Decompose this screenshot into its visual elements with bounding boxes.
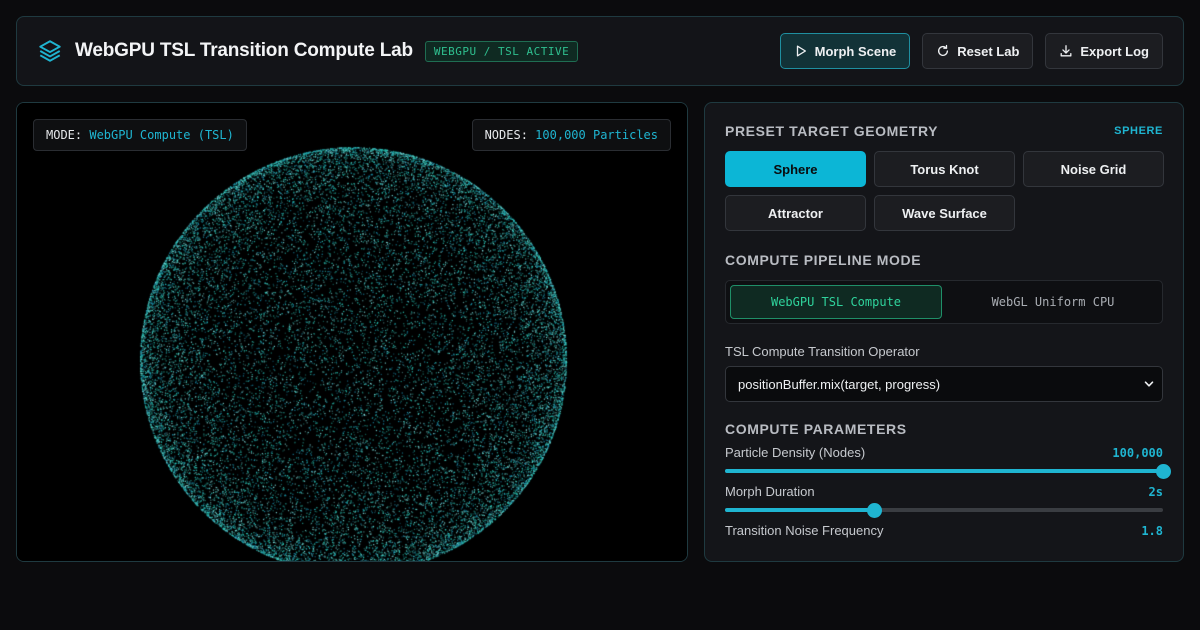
operator-selected-value: positionBuffer.mix(target, progress) bbox=[738, 376, 941, 392]
duration-slider[interactable] bbox=[725, 501, 1163, 519]
control-panel: PRESET TARGET GEOMETRY SPHERE Sphere Tor… bbox=[704, 102, 1184, 562]
nodes-overlay: NODES: 100,000 Particles bbox=[471, 119, 671, 151]
geometry-attractor-button[interactable]: Attractor bbox=[725, 195, 866, 231]
mode-value: WebGPU Compute (TSL) bbox=[89, 128, 234, 142]
operator-label: TSL Compute Transition Operator bbox=[725, 344, 920, 359]
density-value: 100,000 bbox=[1112, 445, 1163, 460]
density-slider-thumb[interactable] bbox=[1156, 464, 1171, 479]
pipeline-webgpu-option[interactable]: WebGPU TSL Compute bbox=[730, 285, 942, 319]
export-log-label: Export Log bbox=[1080, 43, 1149, 59]
render-viewport[interactable]: MODE: WebGPU Compute (TSL) NODES: 100,00… bbox=[16, 102, 688, 562]
duration-value: 2s bbox=[1148, 484, 1163, 499]
operator-select[interactable]: positionBuffer.mix(target, progress) bbox=[725, 366, 1163, 402]
pipeline-section-header: COMPUTE PIPELINE MODE bbox=[725, 252, 1163, 268]
geometry-section-title: PRESET TARGET GEOMETRY bbox=[725, 123, 939, 139]
operator-field: TSL Compute Transition Operator position… bbox=[725, 344, 1163, 402]
header-actions: Morph Scene Reset Lab Export Log bbox=[779, 33, 1163, 69]
geometry-options: Sphere Torus Knot Noise Grid Attractor W… bbox=[725, 151, 1164, 231]
pipeline-section-title: COMPUTE PIPELINE MODE bbox=[725, 252, 922, 268]
mode-overlay: MODE: WebGPU Compute (TSL) bbox=[33, 119, 247, 151]
geometry-sphere-button[interactable]: Sphere bbox=[725, 151, 866, 187]
noise-label: Transition Noise Frequency bbox=[725, 523, 884, 538]
density-slider-fill bbox=[725, 469, 1163, 473]
params-section-title: COMPUTE PARAMETERS bbox=[725, 421, 907, 437]
refresh-icon bbox=[938, 44, 949, 56]
duration-slider-fill bbox=[725, 508, 874, 512]
morph-scene-button[interactable]: Morph Scene bbox=[779, 33, 911, 69]
density-slider[interactable] bbox=[725, 462, 1171, 480]
duration-label: Morph Duration bbox=[725, 484, 815, 499]
noise-value: 1.8 bbox=[1141, 523, 1163, 538]
density-label: Particle Density (Nodes) bbox=[725, 445, 866, 460]
mode-key: MODE: bbox=[46, 128, 83, 142]
geometry-section-header: PRESET TARGET GEOMETRY SPHERE bbox=[725, 123, 1163, 139]
pipeline-mode-toggle: WebGPU TSL Compute WebGL Uniform CPU bbox=[725, 280, 1163, 324]
nodes-key: NODES: bbox=[484, 128, 528, 142]
current-geometry-tag: SPHERE bbox=[1114, 125, 1163, 137]
play-icon bbox=[796, 45, 806, 57]
duration-param: Morph Duration 2s bbox=[725, 484, 1163, 519]
duration-slider-thumb[interactable] bbox=[866, 503, 882, 518]
geometry-noise-grid-button[interactable]: Noise Grid bbox=[1023, 151, 1164, 187]
particle-canvas[interactable] bbox=[17, 103, 687, 561]
status-badge: WEBGPU / TSL ACTIVE bbox=[424, 40, 579, 62]
pipeline-webgl-option[interactable]: WebGL Uniform CPU bbox=[948, 285, 1158, 319]
reset-lab-label: Reset Lab bbox=[957, 43, 1020, 59]
layers-icon bbox=[39, 40, 61, 62]
params-section-header: COMPUTE PARAMETERS bbox=[725, 421, 1163, 437]
reset-lab-button[interactable]: Reset Lab bbox=[922, 33, 1034, 69]
geometry-wave-surface-button[interactable]: Wave Surface bbox=[874, 195, 1015, 231]
app-header: WebGPU TSL Transition Compute Lab WEBGPU… bbox=[16, 16, 1184, 86]
export-log-button[interactable]: Export Log bbox=[1045, 33, 1163, 69]
app-title: WebGPU TSL Transition Compute Lab bbox=[75, 40, 413, 61]
morph-scene-label: Morph Scene bbox=[814, 43, 897, 59]
nodes-value: 100,000 Particles bbox=[535, 128, 658, 142]
download-icon bbox=[1060, 45, 1072, 57]
chevron-down-icon bbox=[1144, 381, 1154, 387]
density-param: Particle Density (Nodes) 100,000 bbox=[725, 445, 1171, 480]
geometry-torus-knot-button[interactable]: Torus Knot bbox=[874, 151, 1015, 187]
noise-param: Transition Noise Frequency 1.8 bbox=[725, 523, 1163, 538]
